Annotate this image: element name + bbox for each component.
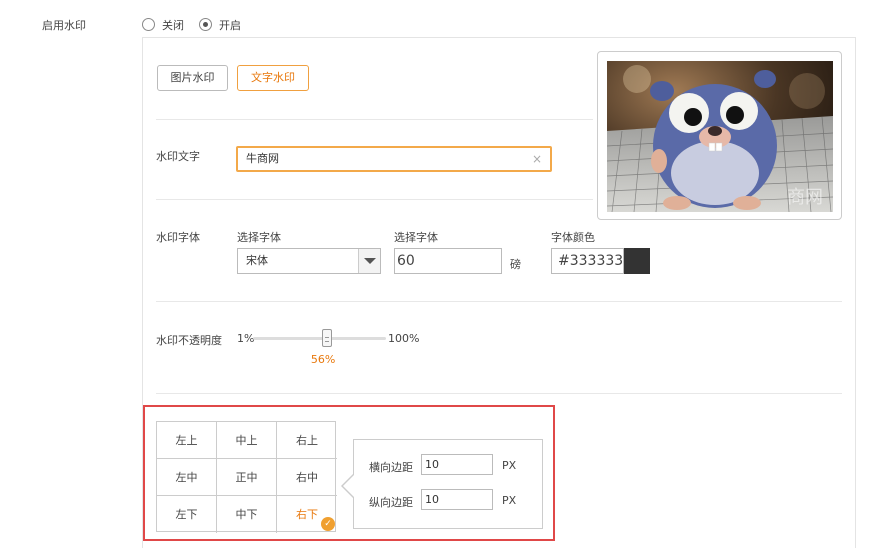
vertical-margin-unit: PX (502, 494, 517, 507)
position-top-center[interactable]: 中上 (217, 422, 277, 459)
check-icon: ✓ (321, 517, 335, 531)
opacity-min-label: 1% (237, 332, 255, 345)
position-top-right[interactable]: 右上 (277, 422, 337, 459)
watermark-text-label: 水印文字 (156, 150, 200, 163)
opacity-max-label: 100% (388, 332, 420, 345)
preview-watermark-text: 商网 (787, 187, 823, 208)
divider (156, 119, 593, 120)
chevron-down-icon[interactable] (358, 249, 380, 273)
preview-photo: 商网 (607, 61, 833, 212)
position-bottom-center[interactable]: 中下 (217, 496, 277, 533)
position-center[interactable]: 正中 (217, 459, 277, 496)
font-size-label: 选择字体 (394, 231, 438, 244)
tab-text-watermark[interactable]: 文字水印 (237, 65, 309, 91)
opacity-slider-track[interactable] (253, 337, 386, 340)
position-middle-left[interactable]: 左中 (157, 459, 217, 496)
tab-image-watermark[interactable]: 图片水印 (157, 65, 228, 91)
opacity-label: 水印不透明度 (156, 334, 222, 347)
font-color-input[interactable]: #333333 (551, 248, 624, 274)
position-top-left[interactable]: 左上 (157, 422, 217, 459)
position-middle-right[interactable]: 右中 (277, 459, 337, 496)
clear-icon[interactable]: × (532, 148, 542, 170)
divider (156, 301, 842, 302)
radio-off-label[interactable]: 关闭 (162, 17, 184, 33)
position-bottom-right[interactable]: 右下 ✓ (277, 496, 337, 533)
watermark-font-label: 水印字体 (156, 231, 200, 244)
radio-on-label[interactable]: 开启 (219, 17, 241, 33)
font-family-select[interactable]: 宋体 (237, 248, 381, 274)
watermark-text-value: 牛商网 (246, 152, 279, 165)
font-family-label: 选择字体 (237, 231, 281, 244)
vertical-margin-input[interactable]: 10 (421, 489, 493, 510)
horizontal-margin-input[interactable]: 10 (421, 454, 493, 475)
divider (156, 199, 593, 200)
gopher-on-laptop-image: 商网 (607, 61, 833, 212)
position-grid: 左上 中上 右上 左中 正中 右中 左下 中下 右下 ✓ (156, 421, 337, 533)
position-bottom-left[interactable]: 左下 (157, 496, 217, 533)
radio-off[interactable] (142, 18, 155, 31)
font-color-swatch[interactable] (624, 248, 650, 274)
position-bottom-right-label: 右下 (296, 508, 318, 521)
watermark-text-input[interactable]: 牛商网 × (236, 146, 552, 172)
watermark-preview: 商网 (597, 51, 842, 220)
vertical-margin-label: 纵向边距 (369, 496, 413, 509)
opacity-value-label: 56% (310, 353, 336, 366)
horizontal-margin-label: 横向边距 (369, 461, 413, 474)
radio-on[interactable] (199, 18, 212, 31)
enable-watermark-label: 启用水印 (42, 19, 86, 32)
font-size-unit: 磅 (510, 258, 521, 271)
opacity-slider-thumb[interactable] (321, 329, 332, 347)
font-size-input[interactable]: 60 (394, 248, 502, 274)
font-color-label: 字体颜色 (551, 231, 595, 244)
divider (156, 393, 842, 394)
font-family-value: 宋体 (246, 254, 268, 267)
popover-caret-inner (343, 474, 355, 498)
margin-settings-panel (353, 439, 543, 529)
horizontal-margin-unit: PX (502, 459, 517, 472)
